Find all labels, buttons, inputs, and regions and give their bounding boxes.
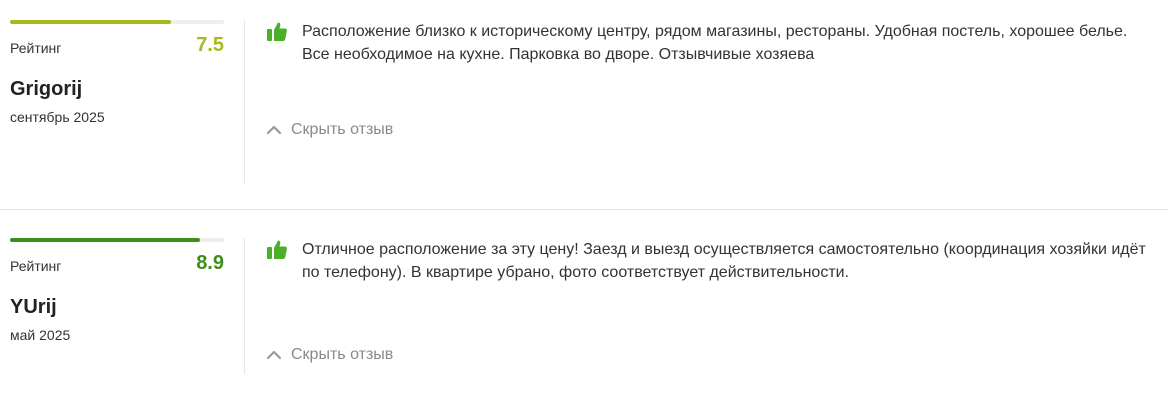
review-date: май 2025 bbox=[10, 327, 71, 343]
rating-block: Рейтинг 7.5 Grigorij сентябрь 2025 bbox=[10, 20, 224, 125]
hide-review-label: Скрыть отзыв bbox=[291, 121, 394, 138]
rating-bar bbox=[10, 20, 224, 24]
review-item: Рейтинг 8.9 YUrij май 2025 Отличное расп… bbox=[0, 209, 1168, 400]
thumbs-up-icon bbox=[267, 240, 287, 259]
review-text: Отличное расположение за эту цену! Заезд… bbox=[302, 241, 1146, 281]
column-divider bbox=[244, 238, 245, 374]
author-name: Grigorij bbox=[10, 78, 83, 100]
chevron-up-icon bbox=[266, 350, 282, 360]
author-name: YUrij bbox=[10, 296, 57, 318]
chevron-up-icon bbox=[266, 125, 282, 135]
rating-bar-fill bbox=[10, 238, 201, 242]
review-item: Рейтинг 7.5 Grigorij сентябрь 2025 Распо… bbox=[0, 0, 1168, 209]
hide-review-label: Скрыть отзыв bbox=[291, 346, 394, 363]
hide-review-button[interactable]: Скрыть отзыв bbox=[266, 120, 393, 140]
rating-bar-fill bbox=[10, 20, 171, 24]
rating-score: 8.9 bbox=[196, 252, 224, 274]
thumbs-up-icon bbox=[267, 22, 287, 41]
rating-bar bbox=[10, 238, 224, 242]
rating-label: Рейтинг bbox=[10, 258, 62, 274]
rating-score: 7.5 bbox=[196, 34, 224, 56]
review-text: Расположение близко к историческому цент… bbox=[302, 23, 1128, 63]
rating-block: Рейтинг 8.9 YUrij май 2025 bbox=[10, 238, 224, 343]
reviews-list: Рейтинг 7.5 Grigorij сентябрь 2025 Распо… bbox=[0, 0, 1168, 400]
column-divider bbox=[244, 20, 245, 183]
review-date: сентябрь 2025 bbox=[10, 109, 105, 125]
hide-review-button[interactable]: Скрыть отзыв bbox=[266, 345, 393, 365]
rating-label: Рейтинг bbox=[10, 40, 62, 56]
